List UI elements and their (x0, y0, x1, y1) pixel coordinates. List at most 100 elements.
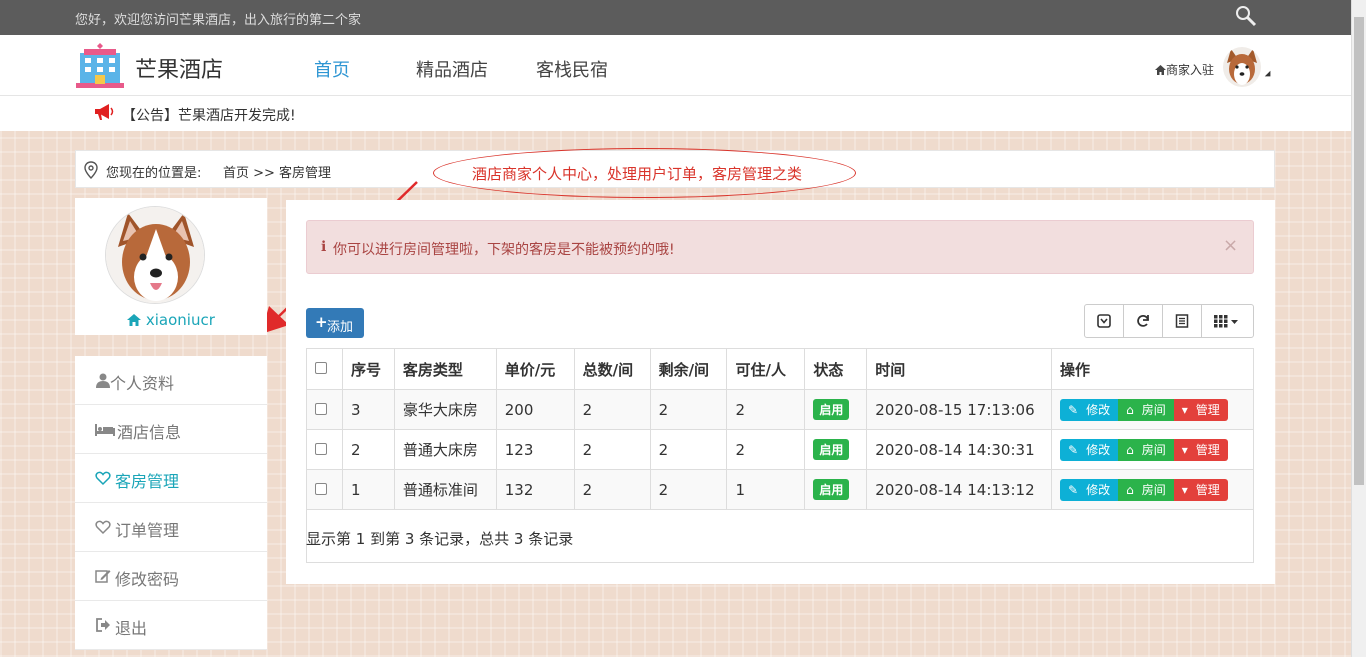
cell-price: 123 (495, 429, 575, 470)
welcome-text: 您好，欢迎您访问芒果酒店，出入旅行的第二个家 (75, 13, 362, 28)
merchant-join-link[interactable]: 商家入驻 (1155, 61, 1214, 78)
sidebar-item-change-password[interactable]: 修改密码 (75, 552, 267, 601)
table-header-row: 序号 客房类型 单价/元 总数/间 剩余/间 可住/人 状态 时间 操作 (306, 348, 1254, 390)
manage-dropdown-button[interactable]: ▾ 管理 (1173, 398, 1228, 421)
row-checkbox[interactable] (315, 482, 327, 495)
row-checkbox[interactable] (315, 402, 327, 415)
column-header[interactable]: 剩余/间 (649, 348, 728, 390)
sidebar-item-profile[interactable]: 个人资料 (75, 356, 267, 405)
rooms-button[interactable]: ⌂ 房间 (1118, 478, 1174, 501)
megaphone-icon (95, 104, 114, 120)
sidebar-item-hotel-info[interactable]: 酒店信息 (75, 405, 267, 454)
bed-icon (95, 424, 115, 436)
cell-time: 2020-08-14 14:13:12 (866, 469, 1053, 510)
rooms-table: 序号 客房类型 单价/元 总数/间 剩余/间 可住/人 状态 时间 操作 3 豪… (306, 348, 1254, 510)
search-icon[interactable] (1234, 4, 1258, 28)
status-badge: 启用 (813, 439, 850, 460)
page-scrollbar[interactable] (1351, 0, 1366, 657)
sidebar-item-label: 订单管理 (115, 521, 180, 540)
edit-button[interactable]: ✎ 修改 (1060, 438, 1119, 461)
hotel-logo-icon[interactable] (74, 43, 126, 89)
home-icon: ⌂ (1126, 442, 1134, 457)
profile-avatar[interactable] (105, 206, 205, 304)
announcement-bar: 【公告】芒果酒店开发完成! (0, 96, 1351, 131)
logout-icon (96, 618, 110, 632)
cell-capacity: 1 (726, 469, 806, 510)
rooms-button[interactable]: ⌂ 房间 (1118, 398, 1174, 421)
nav-inns[interactable]: 客栈民宿 (536, 56, 608, 82)
add-room-label: 添加 (327, 320, 354, 335)
profile-username[interactable]: xiaoniucr (75, 311, 267, 329)
cell-left: 2 (649, 429, 728, 470)
nav-home[interactable]: 首页 (314, 56, 350, 82)
refresh-button[interactable] (1124, 305, 1163, 337)
scrollbar-thumb[interactable] (1354, 17, 1364, 485)
info-icon: ℹ (321, 239, 327, 255)
select-all-cell[interactable] (306, 348, 343, 390)
toggle-view-button[interactable] (1163, 305, 1202, 337)
annotation-text: 酒店商家个人中心，处理用户订单，客房管理之类 (472, 165, 803, 183)
merchant-join-label: 商家入驻 (1166, 63, 1215, 77)
row-checkbox[interactable] (315, 442, 327, 455)
status-badge: 启用 (813, 399, 850, 420)
column-header[interactable]: 可住/人 (726, 348, 806, 390)
edit-button[interactable]: ✎ 修改 (1060, 398, 1119, 421)
table-row: 2 普通大床房 123 2 2 2 启用 2020-08-14 14:30:31… (306, 429, 1254, 470)
sidebar-item-order-management[interactable]: 订单管理 (75, 503, 267, 552)
heart-icon (95, 520, 111, 535)
table-toolbar (1084, 304, 1254, 338)
edit-button[interactable]: ✎ 修改 (1060, 478, 1119, 501)
row-actions: ✎ 修改 ⌂ 房间 ▾ 管理 (1060, 438, 1228, 461)
plus-icon: + (315, 313, 328, 331)
cell-type: 普通大床房 (393, 429, 497, 470)
info-alert: ℹ 你可以进行房间管理啦，下架的客房是不能被预约的哦! × (306, 220, 1254, 274)
columns-dropdown-button[interactable] (1202, 305, 1254, 337)
column-header: 操作 (1051, 348, 1254, 390)
home-icon (127, 314, 142, 326)
column-header[interactable]: 单价/元 (495, 348, 575, 390)
sidebar-item-logout[interactable]: 退出 (75, 601, 267, 650)
column-header[interactable]: 总数/间 (573, 348, 651, 390)
column-header[interactable]: 序号 (341, 348, 395, 390)
sidebar-item-label: 客房管理 (115, 472, 180, 491)
edit-label: 修改 (1086, 403, 1111, 417)
sidebar-item-room-management[interactable]: 客房管理 (75, 454, 267, 503)
announcement-text[interactable]: 【公告】芒果酒店开发完成! (122, 105, 296, 125)
cell-capacity: 2 (726, 429, 806, 470)
cell-type: 普通标准间 (393, 469, 497, 510)
collapse-icon (1097, 314, 1111, 328)
user-avatar[interactable] (1223, 47, 1261, 87)
manage-label: 管理 (1195, 403, 1220, 417)
location-pin-icon (84, 161, 98, 179)
sidebar-menu: 个人资料 酒店信息 客房管理 订单管理 修改密码 退出 (75, 356, 267, 650)
grid-icon (1214, 315, 1238, 328)
sidebar-item-label: 酒店信息 (117, 423, 182, 442)
cell-no: 3 (341, 389, 395, 430)
manage-dropdown-button[interactable]: ▾ 管理 (1173, 438, 1228, 461)
home-icon (1155, 65, 1166, 75)
cell-time: 2020-08-15 17:13:06 (866, 389, 1053, 430)
close-icon[interactable]: × (1223, 235, 1238, 256)
breadcrumb-label: 您现在的位置是: (106, 166, 202, 181)
cell-time: 2020-08-14 14:30:31 (866, 429, 1053, 470)
user-icon (96, 373, 110, 388)
cell-type: 豪华大床房 (393, 389, 497, 430)
rooms-button[interactable]: ⌂ 房间 (1118, 438, 1174, 461)
row-actions: ✎ 修改 ⌂ 房间 ▾ 管理 (1060, 398, 1228, 421)
edit-label: 修改 (1086, 483, 1111, 497)
edit-icon: ✎ (1068, 442, 1079, 457)
nav-boutique-hotels[interactable]: 精品酒店 (416, 56, 488, 82)
chevron-down-icon[interactable] (1264, 70, 1274, 80)
brand-name[interactable]: 芒果酒店 (135, 52, 223, 84)
column-header[interactable]: 时间 (866, 348, 1053, 390)
add-room-button[interactable]: + 添加 (306, 308, 364, 338)
column-header[interactable]: 客房类型 (393, 348, 497, 390)
select-all-checkbox[interactable] (315, 362, 327, 374)
status-badge: 启用 (813, 479, 850, 500)
manage-label: 管理 (1195, 483, 1220, 497)
column-header[interactable]: 状态 (804, 348, 868, 390)
rooms-label: 房间 (1141, 443, 1166, 457)
toggle-pagination-button[interactable] (1085, 305, 1124, 337)
caret-down-icon: ▾ (1181, 442, 1188, 457)
manage-dropdown-button[interactable]: ▾ 管理 (1173, 478, 1228, 501)
